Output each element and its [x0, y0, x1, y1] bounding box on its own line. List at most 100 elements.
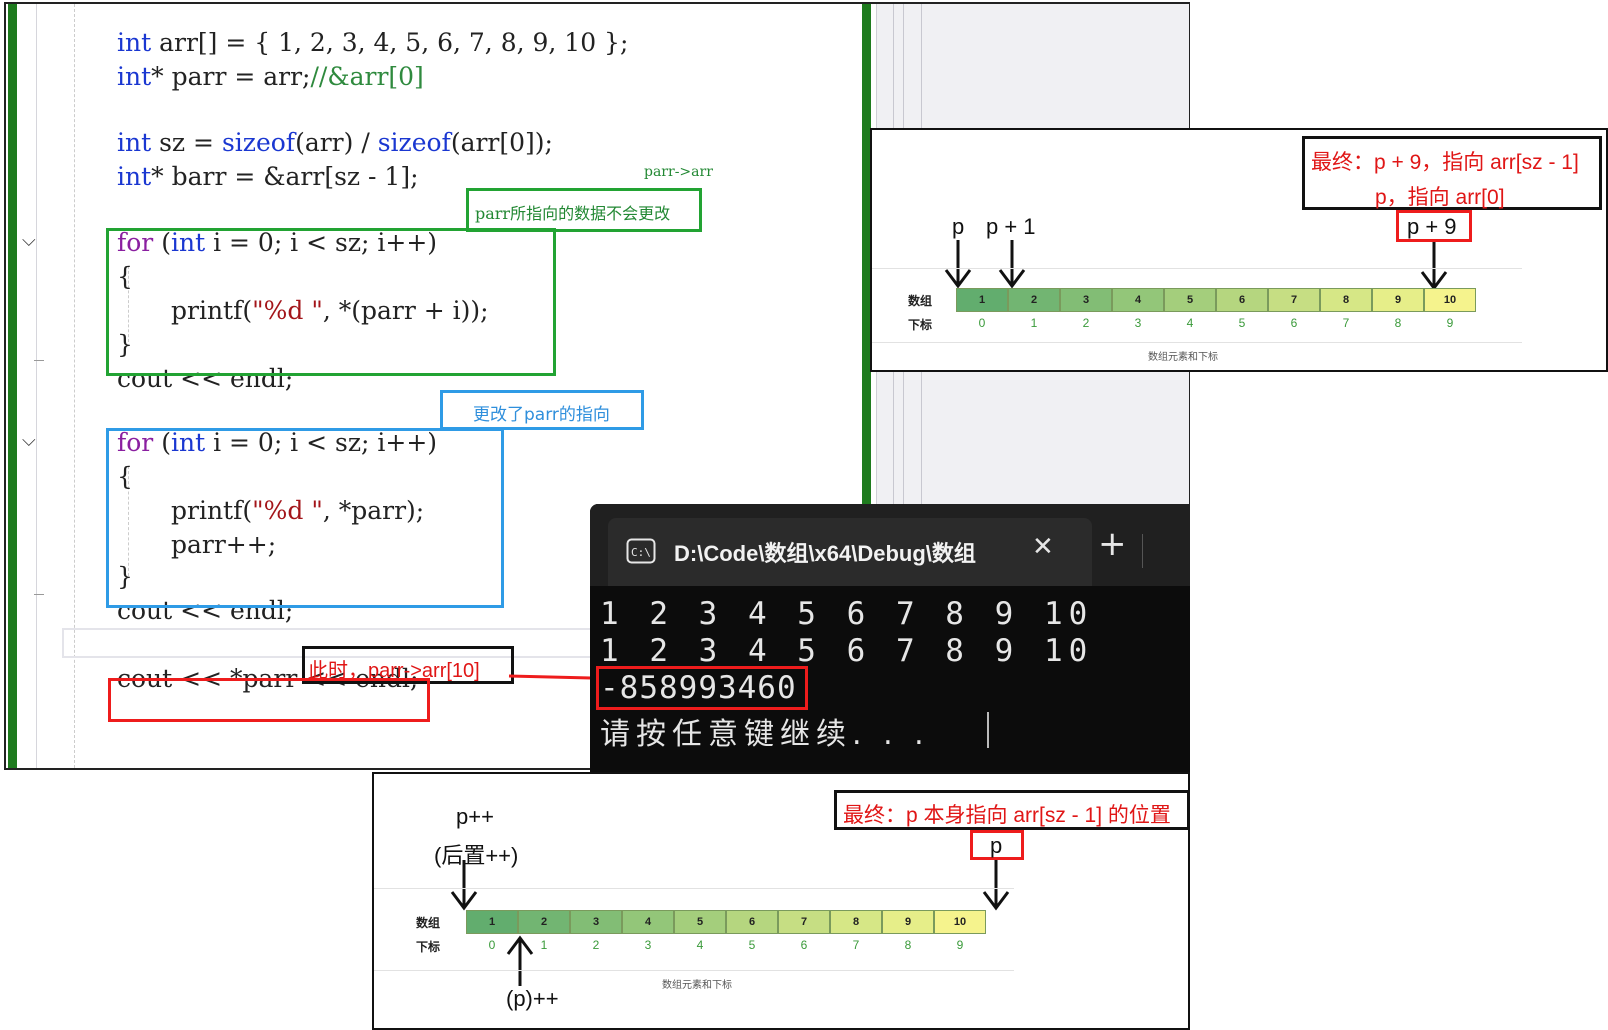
pointer-label-p-plus-1: p + 1	[986, 214, 1036, 239]
code-line-1[interactable]: int arr[] = { 1, 2, 3, 4, 5, 6, 7, 8, 9,…	[117, 26, 628, 60]
top-note-box: 最终：p + 9，指向 arr[sz - 1] p，指向 arr[0]	[1302, 136, 1602, 210]
array-cell: 3	[570, 910, 622, 934]
p-end-box: p	[970, 830, 1024, 860]
top-note-line2: p，指向 arr[0]	[1375, 186, 1505, 209]
blue-note-text: 更改了parr的指向	[473, 405, 610, 425]
fold-toggle-icon[interactable]: ⌵	[22, 230, 36, 251]
array-cell: 10	[934, 910, 986, 934]
bottom-note-box: 最终：p 本身指向 arr[sz - 1] 的位置	[834, 790, 1190, 830]
red-highlight-box	[108, 678, 430, 722]
array-index: 3	[1134, 316, 1142, 330]
fold-toggle-icon[interactable]: ⌵	[22, 430, 36, 451]
blue-note-box: 更改了parr的指向	[440, 390, 644, 430]
array-diagram-bottom: 最终：p 本身指向 arr[sz - 1] 的位置 p p++ (后置++) (…	[372, 772, 1190, 1030]
tab-separator	[1142, 534, 1143, 568]
array-index: 5	[1238, 316, 1246, 330]
array-index: 0	[488, 938, 496, 952]
array-index: 6	[1290, 316, 1298, 330]
array-index: 2	[592, 938, 600, 952]
console-output-line: 1 2 3 4 5 6 7 8 9 10	[600, 596, 1094, 632]
arrow-down-icon	[450, 860, 478, 911]
array-index: 4	[696, 938, 704, 952]
new-tab-icon[interactable]: +	[1098, 524, 1127, 564]
array-cell: 4	[1112, 288, 1164, 312]
row-label-index: 下标	[908, 318, 933, 332]
array-cell: 5	[1164, 288, 1216, 312]
fold-end-marker	[34, 360, 44, 361]
blue-highlight-box	[106, 428, 504, 608]
change-bar-left	[8, 4, 17, 768]
console-cursor	[987, 712, 989, 748]
pointer-label-p-end: p	[990, 833, 1003, 858]
array-cell: 9	[1372, 288, 1424, 312]
pointer-label-p: p	[952, 214, 965, 239]
diagram-caption: 数组元素和下标	[1148, 352, 1218, 363]
bottom-note-text: 最终：p 本身指向 arr[sz - 1] 的位置	[843, 804, 1171, 827]
grid-line	[374, 970, 1014, 971]
arrow-down-icon	[982, 860, 1010, 911]
arrow-down-icon	[1420, 242, 1448, 291]
code-line-4[interactable]: int* barr = &arr[sz - 1];	[117, 160, 419, 194]
array-index: 7	[852, 938, 860, 952]
array-cell: 4	[622, 910, 674, 934]
array-cell: 8	[1320, 288, 1372, 312]
console-output-line: 1 2 3 4 5 6 7 8 9 10	[600, 633, 1094, 669]
pointer-label-pp: p++	[456, 804, 494, 829]
grid-line	[872, 268, 1522, 269]
array-cell: 8	[830, 910, 882, 934]
array-index: 4	[1186, 316, 1194, 330]
code-line-2[interactable]: int* parr = arr;//&arr[0]	[117, 60, 424, 94]
array-cell: 1	[956, 288, 1008, 312]
arrow-down-icon	[998, 240, 1026, 289]
green-note-text: parr所指向的数据不会更改	[475, 204, 671, 223]
fold-end-marker	[34, 594, 44, 595]
console-press-key-line: 请按任意键继续. . .	[600, 717, 930, 752]
array-cell: 9	[882, 910, 934, 934]
diagram-caption: 数组元素和下标	[662, 980, 732, 991]
console-red-box	[596, 666, 808, 710]
array-index: 9	[1446, 316, 1454, 330]
array-index: 9	[956, 938, 964, 952]
close-tab-icon[interactable]: ✕	[1032, 532, 1054, 562]
array-cell: 2	[1008, 288, 1060, 312]
array-index: 6	[800, 938, 808, 952]
array-diagram-top: 最终：p + 9，指向 arr[sz - 1] p，指向 arr[0] p + …	[870, 128, 1608, 372]
array-index: 5	[748, 938, 756, 952]
array-index: 3	[644, 938, 652, 952]
array-cell: 1	[466, 910, 518, 934]
console-window[interactable]: C:\ D:\Code\数组\x64\Debug\数组 ✕ + 1 2 3 4 …	[590, 504, 1190, 772]
grid-line	[374, 888, 1014, 889]
svg-text:C:\: C:\	[631, 546, 651, 559]
grid-line	[872, 342, 1522, 343]
array-cell: 3	[1060, 288, 1112, 312]
array-index: 7	[1342, 316, 1350, 330]
array-index: 8	[1394, 316, 1402, 330]
green-note-box: parr所指向的数据不会更改	[466, 188, 702, 232]
terminal-icon: C:\	[626, 538, 656, 564]
parr-arrow-note: parr->arr	[644, 164, 713, 180]
pointer-label-paren: (p)++	[506, 986, 559, 1011]
green-highlight-box	[106, 228, 556, 376]
array-cell: 5	[674, 910, 726, 934]
code-line-3[interactable]: int sz = sizeof(arr) / sizeof(arr[0]);	[117, 126, 553, 160]
array-cell: 6	[1216, 288, 1268, 312]
arrow-down-icon	[944, 240, 972, 289]
row-label-values: 数组	[908, 294, 933, 308]
pointer-label-p-plus-9: p + 9	[1407, 214, 1457, 239]
p-plus-9-box: p + 9	[1396, 210, 1472, 242]
row-label-values: 数组	[416, 916, 441, 930]
top-note-line1: 最终：p + 9，指向 arr[sz - 1]	[1311, 151, 1579, 174]
array-cell: 2	[518, 910, 570, 934]
console-tab-title: D:\Code\数组\x64\Debug\数组	[674, 541, 976, 566]
array-index: 8	[904, 938, 912, 952]
gutter-divider	[36, 4, 37, 768]
console-tab[interactable]: C:\ D:\Code\数组\x64\Debug\数组 ✕	[608, 518, 1092, 586]
array-index: 1	[1030, 316, 1038, 330]
array-cell: 7	[778, 910, 830, 934]
array-index: 0	[978, 316, 986, 330]
array-cell: 7	[1268, 288, 1320, 312]
row-label-index: 下标	[416, 940, 441, 954]
array-index: 2	[1082, 316, 1090, 330]
array-index: 1	[540, 938, 548, 952]
array-cell: 10	[1424, 288, 1476, 312]
